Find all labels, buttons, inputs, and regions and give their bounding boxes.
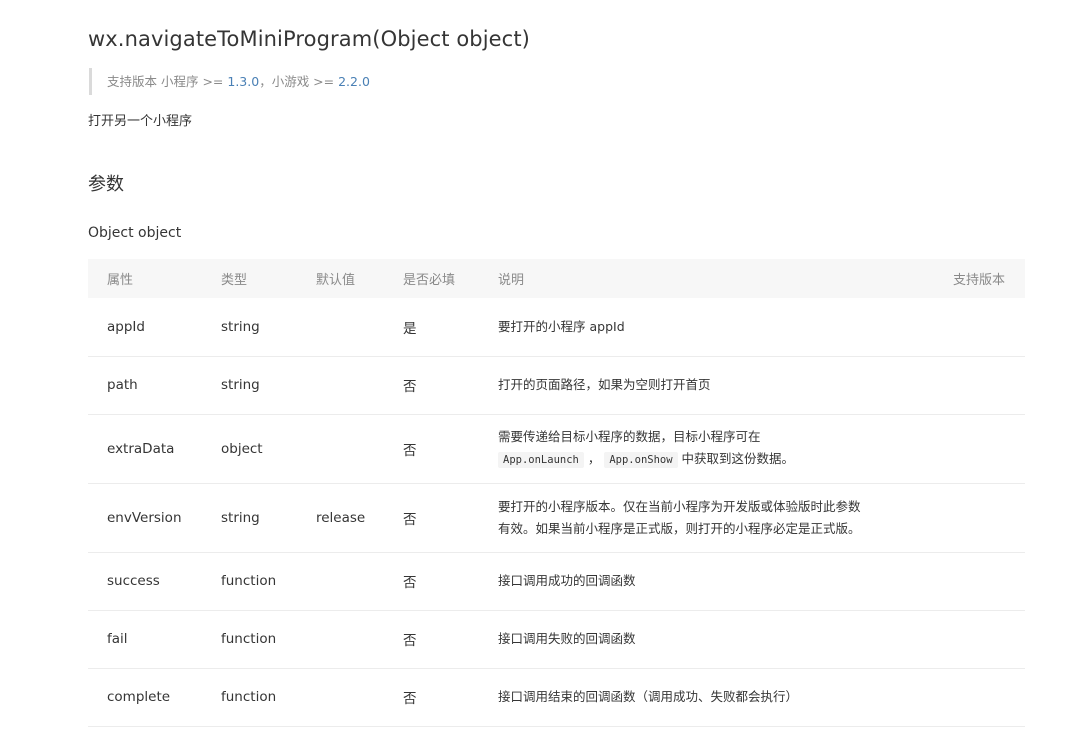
desc-suffix: 中获取到这份数据。	[681, 451, 795, 466]
desc-line-1: 要打开的小程序版本。仅在当前小程序为开发版或体验版时此参数	[498, 498, 861, 514]
cell-desc: 要打开的小程序 appId	[479, 298, 925, 357]
cell-default	[297, 610, 384, 669]
desc-separator: ，	[587, 451, 601, 466]
cell-type: function	[202, 610, 297, 669]
api-description: 打开另一个小程序	[88, 114, 193, 129]
cell-attr: path	[88, 356, 202, 415]
cell-type: function	[202, 668, 297, 727]
cell-required: 否	[384, 414, 479, 484]
cell-type: string	[202, 298, 297, 357]
table-row: extraData object 否 需要传递给目标小程序的数据，目标小程序可在…	[88, 414, 1025, 484]
cell-default	[297, 552, 384, 611]
cell-type: string	[202, 356, 297, 415]
cell-required: 否	[384, 610, 479, 669]
params-table: 属性 类型 默认值 是否必填 说明 支持版本 appId string 是 要打…	[88, 259, 1025, 727]
cell-type: function	[202, 552, 297, 611]
cell-type: object	[202, 414, 297, 484]
support-version-note: 支持版本 小程序 >= 1.3.0，小游戏 >= 2.2.0	[89, 68, 370, 95]
support-mid: ，小游戏 >=	[259, 74, 339, 89]
section-title-params: 参数	[88, 174, 124, 195]
support-prefix: 支持版本 小程序 >=	[107, 74, 228, 89]
desc-line-1: 需要传递给目标小程序的数据，目标小程序可在	[498, 429, 761, 444]
cell-required: 否	[384, 668, 479, 727]
col-header-version: 支持版本	[925, 259, 1025, 298]
cell-version	[925, 414, 1025, 484]
cell-default	[297, 356, 384, 415]
cell-version	[925, 552, 1025, 611]
table-row: appId string 是 要打开的小程序 appId	[88, 298, 1025, 357]
table-row: envVersion string release 否 要打开的小程序版本。仅在…	[88, 483, 1025, 553]
cell-version	[925, 610, 1025, 669]
table-header-row: 属性 类型 默认值 是否必填 说明 支持版本	[88, 259, 1025, 298]
cell-required: 否	[384, 356, 479, 415]
desc-line-2: 有效。如果当前小程序是正式版，则打开的小程序必定是正式版。	[498, 520, 861, 536]
cell-default	[297, 298, 384, 357]
table-row: success function 否 接口调用成功的回调函数	[88, 552, 1025, 611]
code-app-onshow: App.onShow	[604, 452, 678, 468]
cell-default	[297, 668, 384, 727]
cell-version	[925, 298, 1025, 357]
code-app-onlaunch: App.onLaunch	[498, 452, 584, 468]
col-header-required: 是否必填	[384, 259, 479, 298]
desc-line-2: App.onLaunch ， App.onShow 中获取到这份数据。	[498, 448, 925, 471]
cell-required: 是	[384, 298, 479, 357]
cell-default	[297, 414, 384, 484]
cell-default: release	[297, 483, 384, 553]
cell-version	[925, 356, 1025, 415]
col-header-default: 默认值	[297, 259, 384, 298]
cell-desc: 需要传递给目标小程序的数据，目标小程序可在 App.onLaunch ， App…	[479, 414, 925, 484]
cell-attr: fail	[88, 610, 202, 669]
cell-version	[925, 668, 1025, 727]
mini-program-version: 1.3.0	[227, 74, 260, 89]
cell-desc: 打开的页面路径，如果为空则打开首页	[479, 356, 925, 415]
cell-desc: 接口调用失败的回调函数	[479, 610, 925, 669]
cell-required: 否	[384, 552, 479, 611]
col-header-attr: 属性	[88, 259, 202, 298]
cell-desc: 要打开的小程序版本。仅在当前小程序为开发版或体验版时此参数 有效。如果当前小程序…	[479, 483, 925, 553]
col-header-type: 类型	[202, 259, 297, 298]
cell-type: string	[202, 483, 297, 553]
object-label: Object object	[88, 225, 182, 241]
cell-attr: complete	[88, 668, 202, 727]
cell-attr: appId	[88, 298, 202, 357]
cell-attr: extraData	[88, 414, 202, 484]
table-row: path string 否 打开的页面路径，如果为空则打开首页	[88, 356, 1025, 415]
table-row: fail function 否 接口调用失败的回调函数	[88, 610, 1025, 669]
cell-required: 否	[384, 483, 479, 553]
mini-game-version: 2.2.0	[338, 74, 370, 89]
col-header-desc: 说明	[479, 259, 925, 298]
page-title: wx.navigateToMiniProgram(Object object)	[88, 27, 530, 51]
cell-version	[925, 483, 1025, 553]
cell-attr: envVersion	[88, 483, 202, 553]
cell-desc: 接口调用结束的回调函数（调用成功、失败都会执行）	[479, 668, 925, 727]
cell-desc: 接口调用成功的回调函数	[479, 552, 925, 611]
table-row: complete function 否 接口调用结束的回调函数（调用成功、失败都…	[88, 668, 1025, 727]
cell-attr: success	[88, 552, 202, 611]
